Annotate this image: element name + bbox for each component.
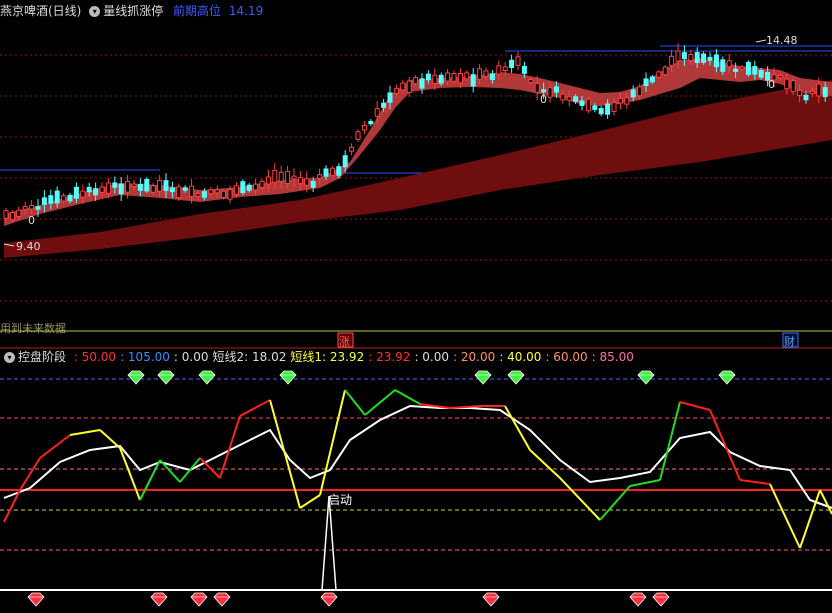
stock-name[interactable]: 燕京啤酒(日线)	[0, 4, 81, 18]
green-gem-icon	[157, 370, 175, 385]
short-line-segment	[559, 477, 601, 521]
candle	[118, 176, 124, 201]
green-gem-icon	[637, 370, 655, 385]
green-gem-icon	[718, 370, 736, 385]
green-gem-icon	[127, 370, 145, 385]
candle	[361, 120, 367, 135]
short-line-segment	[319, 389, 346, 496]
candle	[240, 179, 246, 195]
red-gem-icon	[629, 592, 647, 607]
svg-text:财: 财	[784, 334, 795, 348]
candle	[585, 96, 591, 114]
green-gem-icon	[507, 370, 525, 385]
short-line-segment	[769, 483, 801, 549]
short-line-segment	[269, 399, 301, 509]
bar-zero-label: 0	[28, 214, 35, 227]
short-line-segment	[364, 389, 396, 416]
sub-value: : 20.00	[453, 350, 496, 364]
short-line-segment	[19, 457, 41, 491]
candle	[509, 54, 515, 73]
bar-zero-label: 0	[768, 78, 775, 91]
bar-zero-label: 0	[540, 93, 547, 106]
red-gem-icon	[320, 592, 338, 607]
svg-text:涨: 涨	[339, 335, 350, 348]
long-line	[3, 404, 832, 509]
candle	[144, 177, 150, 193]
key-level-value: 14.19	[228, 4, 264, 18]
short-line-segment	[299, 494, 321, 509]
red-gem-icon	[150, 592, 168, 607]
short-line-segment	[39, 434, 71, 459]
short-line-segment	[239, 399, 271, 417]
short-line-segment	[99, 429, 121, 449]
sub-value: : 105.00	[120, 350, 170, 364]
red-gem-icon	[27, 592, 45, 607]
red-gem-markers	[27, 592, 670, 607]
sub-panel-header: ▾ 控盘阶段 : 50.00: 105.00: 0.00 短线2: 18.02 短线1…	[0, 349, 634, 365]
sub-value: : 50.00	[73, 350, 117, 364]
short-line-segment	[629, 479, 661, 487]
future-data-notice: 用到未来数据	[0, 321, 66, 335]
sub-grid	[0, 378, 832, 551]
key-level-label: 前期高位	[173, 4, 222, 18]
sub-value: 短线2: 18.02	[212, 350, 287, 364]
short-line-segment	[599, 485, 631, 521]
long-term-ribbon	[4, 80, 832, 258]
short-line-segment	[159, 459, 181, 483]
short-line-segment	[119, 447, 141, 501]
sub-value: : 0.00	[173, 350, 209, 364]
sub-value: : 40.00	[499, 350, 542, 364]
candle	[355, 129, 361, 142]
green-gem-icon	[198, 370, 216, 385]
candle	[368, 119, 374, 127]
rise-marker[interactable]: 涨	[337, 332, 354, 348]
start-label: 启动	[328, 493, 352, 507]
settings-icon[interactable]: ▾	[89, 6, 101, 17]
sub-indicator-values: : 50.00: 105.00: 0.00 短线2: 18.02 短线1: 23.9…	[70, 350, 634, 364]
green-gem-markers	[127, 370, 736, 385]
sub-value: 短线1: 23.92	[290, 350, 365, 364]
red-gem-icon	[482, 592, 500, 607]
short-line-segment	[394, 389, 421, 405]
indicator-name[interactable]: 量线抓涨停	[103, 4, 163, 18]
sub-indicator-name[interactable]: 控盘阶段	[18, 350, 66, 364]
sub-value: : 0.00	[414, 350, 450, 364]
short-line-segment	[69, 429, 101, 436]
price-high-label: 14.48	[766, 34, 798, 47]
red-gem-icon	[213, 592, 231, 607]
candle	[745, 60, 751, 77]
short-line-segment	[179, 457, 201, 483]
red-gem-icon	[652, 592, 670, 607]
candle	[470, 68, 476, 93]
sub-value: : 85.00	[591, 350, 634, 364]
red-gem-icon	[190, 592, 208, 607]
short-line-segment	[344, 389, 366, 416]
candle	[349, 143, 355, 156]
main-panel-header: 燕京啤酒(日线) ▾ 量线抓涨停 前期高位 14.19	[0, 3, 263, 19]
sub-value: : 60.00	[545, 350, 588, 364]
short-line-segment	[739, 479, 771, 485]
settings-icon[interactable]: ▾	[4, 352, 15, 363]
candle	[329, 166, 335, 178]
candle	[662, 64, 668, 77]
short-line-segment	[679, 401, 711, 411]
price-low-label: 9.40	[16, 240, 41, 253]
candle	[598, 105, 604, 117]
sub-value: : 23.92	[368, 350, 411, 364]
finance-marker[interactable]: 财	[782, 332, 799, 348]
green-gem-icon	[279, 370, 297, 385]
chart-canvas[interactable]: 14.48 9.40 0 0 0 用到未来数据 涨 财 启动	[0, 0, 832, 613]
green-gem-icon	[474, 370, 492, 385]
